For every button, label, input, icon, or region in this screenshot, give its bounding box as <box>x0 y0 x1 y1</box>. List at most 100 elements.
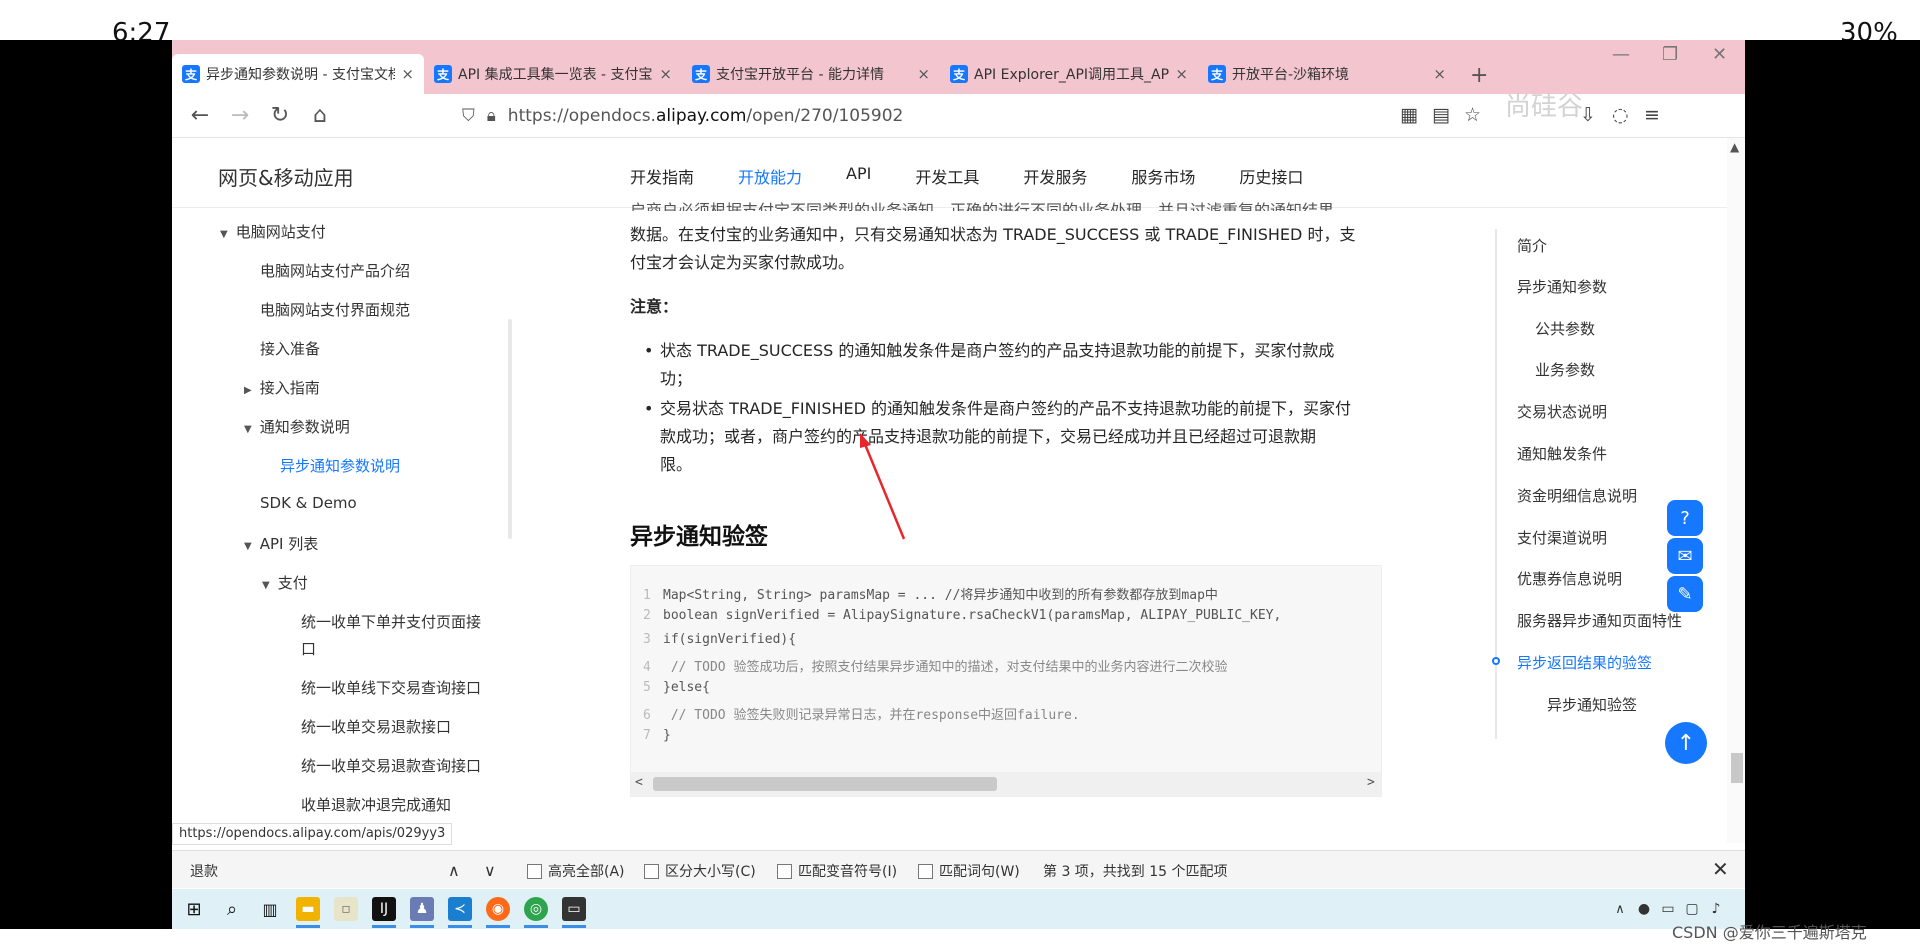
nav-open-capability[interactable]: 开放能力 <box>738 164 802 188</box>
nav-service-market[interactable]: 服务市场 <box>1131 164 1195 188</box>
tab-capability[interactable]: 支 支付宝开放平台 - 能力详情 × <box>682 54 940 94</box>
vscode-icon[interactable]: ≺ <box>448 897 472 921</box>
scroll-right-icon[interactable]: > <box>1367 775 1375 790</box>
sidebar-item-sdk-demo[interactable]: SDK & Demo <box>260 494 357 512</box>
home-icon[interactable]: ⌂ <box>300 103 340 128</box>
nav-api[interactable]: API <box>846 164 871 188</box>
toc-item[interactable]: 服务器异步通知页面特性 <box>1517 610 1682 631</box>
display-icon[interactable]: ▢ <box>1680 897 1704 921</box>
toc-item-active[interactable]: 异步返回结果的验签 <box>1517 652 1652 673</box>
scroll-left-icon[interactable]: < <box>635 775 643 790</box>
new-tab-button[interactable]: + <box>1456 63 1502 94</box>
tab-close-icon[interactable]: × <box>1175 65 1188 83</box>
search-icon[interactable]: ⌕ <box>220 897 244 921</box>
highlight-all-checkbox[interactable]: 高亮全部(A) <box>527 861 625 881</box>
code-line: 6 // TODO 验签失败则记录异常日志，并在response中返回failu… <box>643 708 1080 723</box>
microphone-icon[interactable]: ● <box>1632 897 1656 921</box>
toc-item[interactable]: 简介 <box>1517 235 1547 256</box>
toc-item[interactable]: 异步通知验签 <box>1547 694 1637 715</box>
sidebar-item-access-guide[interactable]: ▶ 接入指南 <box>244 377 320 398</box>
scroll-thumb[interactable] <box>653 777 997 791</box>
tab-api-explorer[interactable]: 支 API Explorer_API调用工具_API × <box>940 54 1198 94</box>
tab-close-icon[interactable]: × <box>401 65 414 83</box>
find-previous-icon[interactable]: ∧ <box>448 861 460 880</box>
toc-item[interactable]: 业务参数 <box>1535 359 1595 380</box>
tray-chevron-icon[interactable]: ∧ <box>1608 897 1632 921</box>
reader-view-icon[interactable]: ▤ <box>1432 104 1450 126</box>
volume-icon[interactable]: ♪ <box>1704 897 1728 921</box>
chat-icon[interactable]: ✉ <box>1667 538 1703 574</box>
sidebar-item-pay[interactable]: ▼ 支付 <box>262 572 308 593</box>
address-bar[interactable]: ⛉ 🔒︎ https://opendocs.alipay.com/open/27… <box>462 100 1382 132</box>
sidebar-item-refund[interactable]: 统一收单交易退款接口 <box>301 716 451 737</box>
whole-words-checkbox[interactable]: 匹配词句(W) <box>918 861 1020 881</box>
windows-start-icon[interactable]: ⊞ <box>182 897 206 921</box>
terminal-icon[interactable]: ▭ <box>562 897 586 921</box>
nav-dev-services[interactable]: 开发服务 <box>1023 164 1087 188</box>
tab-close-icon[interactable]: × <box>659 65 672 83</box>
back-to-top-icon[interactable]: ↑ <box>1665 722 1707 764</box>
tab-async-notify[interactable]: 支 异步通知参数说明 - 支付宝文档 × <box>172 54 424 94</box>
page-scrollbar[interactable]: ▲ <box>1727 138 1745 843</box>
notepad-icon[interactable]: ▫ <box>334 897 358 921</box>
minimize-icon[interactable]: — <box>1612 44 1630 65</box>
sidebar-item-api-list[interactable]: ▼ API 列表 <box>244 533 318 554</box>
maximize-icon[interactable]: ❐ <box>1662 44 1678 65</box>
firefox-icon[interactable]: ◉ <box>486 897 510 921</box>
reload-icon[interactable]: ↻ <box>260 103 300 128</box>
toc-item[interactable]: 公共参数 <box>1535 318 1595 339</box>
back-icon[interactable]: ← <box>180 103 220 128</box>
tab-sandbox[interactable]: 支 开放平台-沙箱环境 × <box>1198 54 1456 94</box>
sidebar-item-pc-pay[interactable]: ▼ 电脑网站支付 <box>220 221 326 242</box>
sidebar-item-page-pay[interactable]: 统一收单下单并支付页面接 <box>301 611 481 632</box>
app-menu-icon[interactable]: ≡ <box>1644 104 1660 126</box>
sidebar-item-async-notify[interactable]: 异步通知参数说明 <box>280 455 400 476</box>
code-block[interactable]: 1 Map<String, String> paramsMap = ... //将… <box>630 565 1382 797</box>
sidebar-item-refund-query[interactable]: 统一收单交易退款查询接口 <box>301 755 481 776</box>
sidebar-item-trade-query[interactable]: 统一收单线下交易查询接口 <box>301 677 481 698</box>
sidebar-item-ui-spec[interactable]: 电脑网站支付界面规范 <box>260 299 410 320</box>
sidebar-item-notify-params[interactable]: ▼ 通知参数说明 <box>244 416 350 437</box>
chrome-icon[interactable]: ◎ <box>524 897 548 921</box>
site-title[interactable]: 网页&移动应用 <box>218 162 354 191</box>
code-hscrollbar[interactable]: < > <box>631 772 1381 796</box>
toc-item[interactable]: 优惠券信息说明 <box>1517 568 1622 589</box>
nav-dev-guide[interactable]: 开发指南 <box>630 164 694 188</box>
file-explorer-icon[interactable]: ▬ <box>296 897 320 921</box>
match-diacritics-checkbox[interactable]: 匹配变音符号(I) <box>777 861 897 881</box>
toc-item[interactable]: 交易状态说明 <box>1517 401 1607 422</box>
intellij-icon[interactable]: IJ <box>372 897 396 921</box>
sidebar-scrollbar[interactable] <box>508 319 512 539</box>
sidebar-item-prepare[interactable]: 接入准备 <box>260 338 320 359</box>
toc-item[interactable]: 通知触发条件 <box>1517 443 1607 464</box>
toc-item[interactable]: 支付渠道说明 <box>1517 527 1607 548</box>
window-close-icon[interactable]: ✕ <box>1712 44 1727 65</box>
help-icon[interactable]: ? <box>1667 500 1703 536</box>
task-view-icon[interactable]: ▥ <box>258 897 282 921</box>
find-next-icon[interactable]: ∨ <box>484 861 496 880</box>
find-close-icon[interactable]: ✕ <box>1712 857 1729 881</box>
forward-icon[interactable]: → <box>220 103 260 128</box>
account-icon[interactable]: ◌ <box>1612 104 1629 126</box>
shield-icon[interactable]: ⛉ <box>462 106 475 126</box>
page-scroll-thumb[interactable] <box>1731 753 1743 783</box>
feedback-icon[interactable]: ✎ <box>1667 576 1703 612</box>
tab-api-tools[interactable]: 支 API 集成工具集一览表 - 支付宝 × <box>424 54 682 94</box>
network-icon[interactable]: ▭ <box>1656 897 1680 921</box>
toc-item[interactable]: 异步通知参数 <box>1517 276 1607 297</box>
match-case-checkbox[interactable]: 区分大小写(C) <box>644 861 756 881</box>
sidebar-item-refund-notify[interactable]: 收单退款冲退完成通知 <box>301 794 451 815</box>
find-input[interactable]: 退款 <box>190 861 218 881</box>
sidebar-item-page-pay-cont[interactable]: 口 <box>301 638 316 659</box>
toc-item[interactable]: 资金明细信息说明 <box>1517 485 1637 506</box>
nav-dev-tools[interactable]: 开发工具 <box>915 164 979 188</box>
tab-close-icon[interactable]: × <box>917 65 930 83</box>
nav-legacy-api[interactable]: 历史接口 <box>1239 164 1303 188</box>
tab-close-icon[interactable]: × <box>1433 65 1446 83</box>
qr-code-icon[interactable]: ▦ <box>1400 104 1418 126</box>
scroll-up-icon[interactable]: ▲ <box>1730 140 1739 154</box>
bookmark-star-icon[interactable]: ☆ <box>1464 104 1481 126</box>
sidebar-item-product-intro[interactable]: 电脑网站支付产品介绍 <box>260 260 410 281</box>
windows-taskbar: ⊞ ⌕ ▥ ▬ ▫ IJ ♟ ≺ ◉ ◎ ▭ ∧ ● ▭ ▢ ♪ <box>172 889 1745 929</box>
app-icon[interactable]: ♟ <box>410 897 434 921</box>
